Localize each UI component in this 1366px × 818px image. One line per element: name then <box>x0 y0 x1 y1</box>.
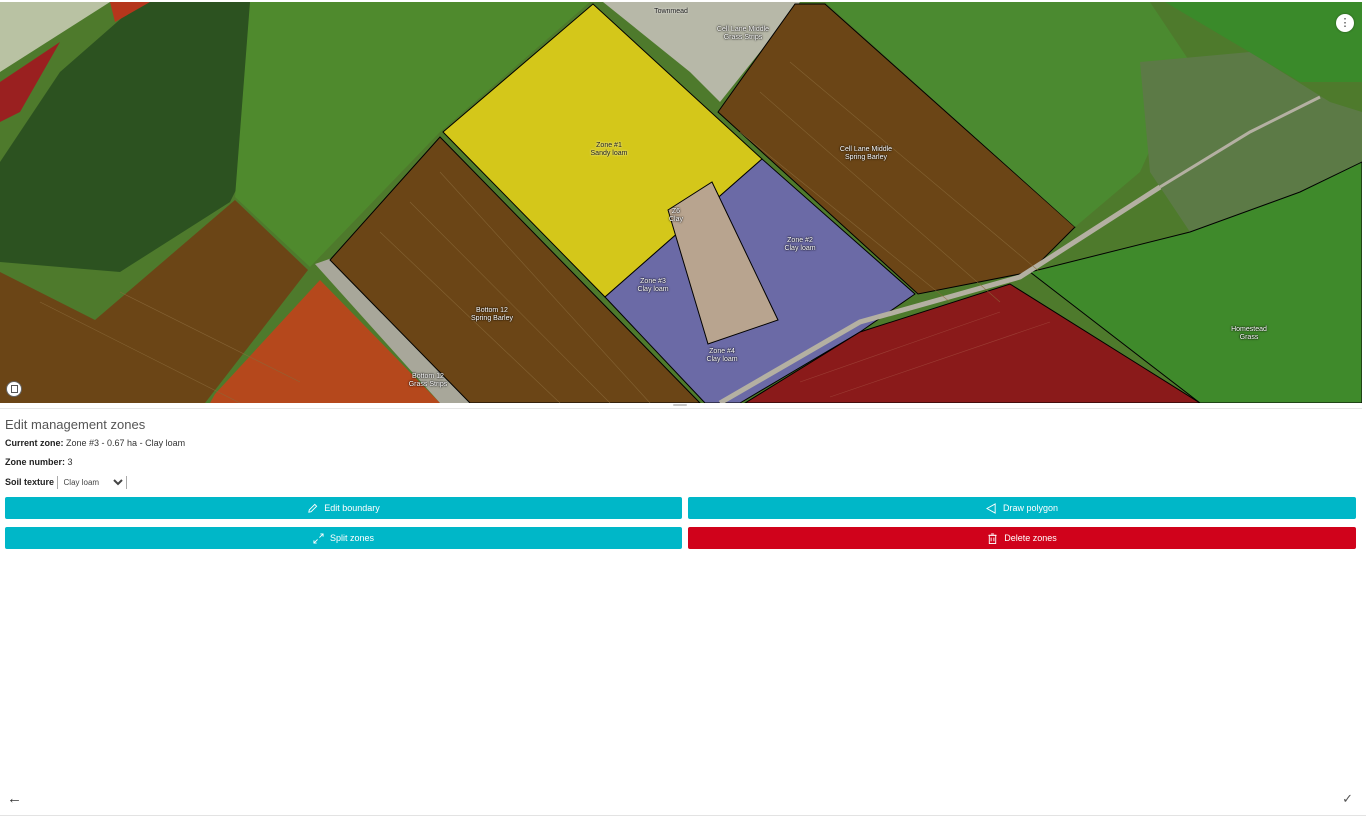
edit-zones-panel: Edit management zones Current zone: Zone… <box>5 417 1356 495</box>
panel-title: Edit management zones <box>5 417 146 432</box>
polygon-icon <box>985 502 996 514</box>
delete-zones-button[interactable]: Delete zones <box>688 527 1356 549</box>
current-zone-value: Zone #3 - 0.67 ha - Clay loam <box>66 438 186 448</box>
draw-polygon-button[interactable]: Draw polygon <box>688 497 1356 519</box>
divider <box>0 815 1366 816</box>
panel-resize-handle[interactable] <box>0 403 1362 409</box>
layers-icon[interactable] <box>6 381 22 397</box>
soil-texture-label: Soil texture <box>5 477 55 487</box>
zone-number-row: Zone number: 3 <box>5 457 1356 468</box>
edit-boundary-button[interactable]: Edit boundary <box>5 497 682 519</box>
satellite-map[interactable] <box>0 2 1362 403</box>
current-zone-label: Current zone: <box>5 438 64 448</box>
zone-number-label: Zone number: <box>5 457 65 467</box>
split-zones-button[interactable]: Split zones <box>5 527 682 549</box>
current-zone-row: Current zone: Zone #3 - 0.67 ha - Clay l… <box>5 438 1356 449</box>
edit-boundary-label: Edit boundary <box>324 503 380 513</box>
grip-icon <box>673 404 687 406</box>
checkmark-icon[interactable]: ✓ <box>1342 791 1353 806</box>
map-menu-button[interactable]: ⋮ <box>1336 14 1354 32</box>
more-vertical-icon: ⋮ <box>1339 16 1351 29</box>
delete-zones-label: Delete zones <box>1004 533 1057 543</box>
pencil-icon <box>308 503 318 513</box>
draw-polygon-label: Draw polygon <box>1002 503 1059 513</box>
map-view[interactable]: Zone #1 Sandy loam Zone #2 Clay loam Zon… <box>0 2 1362 403</box>
trash-icon <box>988 532 997 544</box>
soil-texture-row: Soil texture Clay loam <box>5 476 1356 489</box>
expand-icon <box>313 532 324 544</box>
back-arrow-icon[interactable]: ← <box>7 791 22 806</box>
soil-texture-select[interactable]: Clay loam <box>56 476 127 489</box>
split-zones-label: Split zones <box>329 533 375 543</box>
zone-number-value: 3 <box>67 457 73 467</box>
